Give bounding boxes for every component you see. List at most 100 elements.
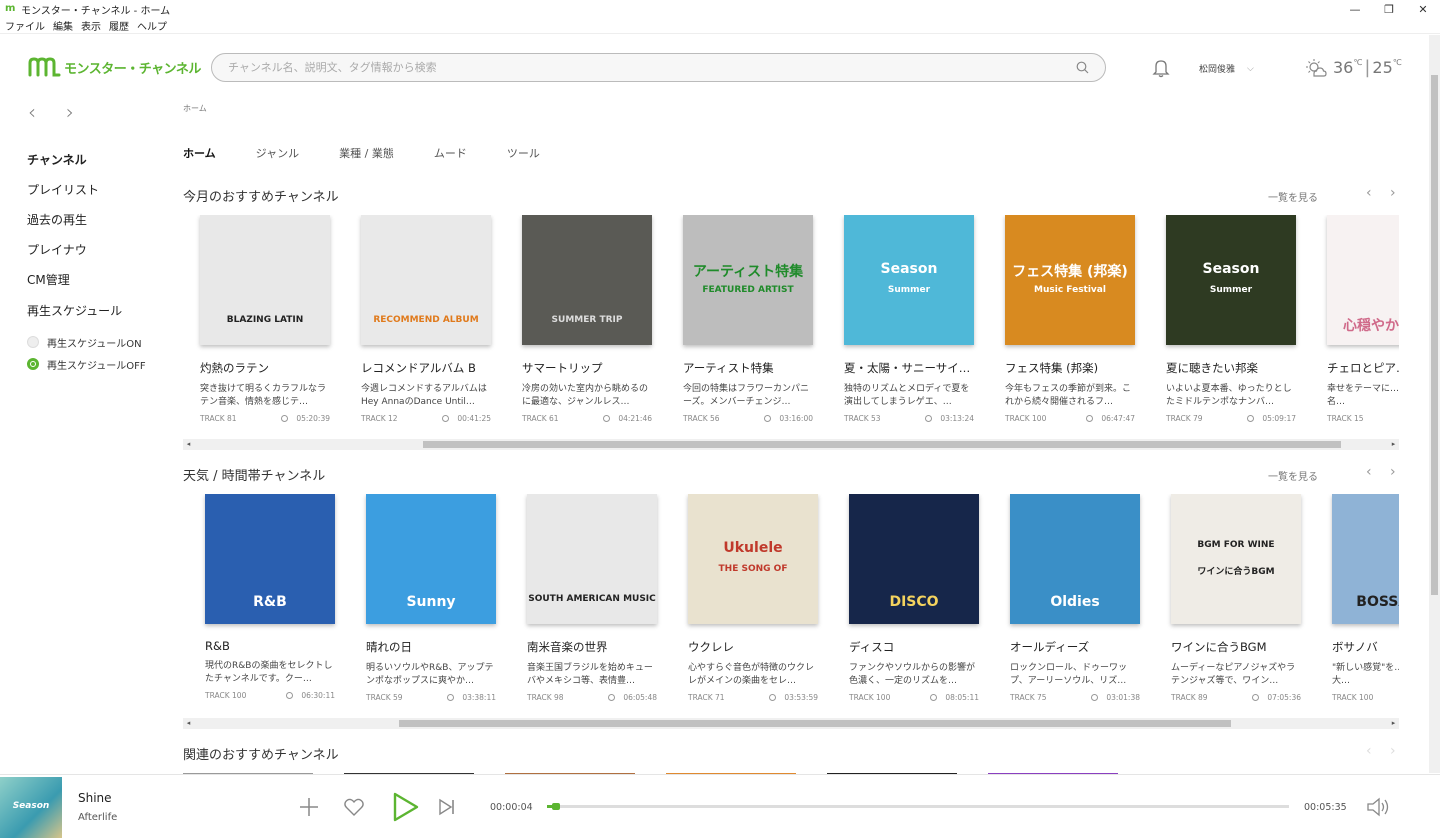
prev-arrow-icon[interactable]: ‹ (1366, 743, 1390, 759)
notification-bell-icon[interactable] (1152, 58, 1170, 78)
channel-artwork[interactable]: 心穏やかになる (1327, 215, 1399, 345)
sidebar-item-cm[interactable]: CM管理 (27, 265, 177, 295)
tab-genre[interactable]: ジャンル (256, 145, 299, 161)
breadcrumb[interactable]: ホーム (183, 103, 207, 114)
channel-name[interactable]: 灼熱のラテン (200, 360, 330, 376)
menu-file[interactable]: ファイル (5, 18, 45, 33)
channel-card[interactable]: フェス特集 (邦楽) Music Festival フェス特集 (邦楽) 今年もフェス… (1005, 215, 1135, 423)
channel-card[interactable]: BGM FOR WINE ワインに合うBGM ワインに合うBGM ムーディーなピアノジ… (1171, 494, 1301, 702)
channel-artwork[interactable]: Season Summer (1166, 215, 1296, 345)
forward-arrow-icon[interactable]: › (66, 100, 104, 124)
tab-mood[interactable]: ムード (434, 145, 467, 161)
sidebar-item-playlist[interactable]: プレイリスト (27, 174, 177, 204)
scrollbar-thumb[interactable] (399, 720, 1231, 727)
heart-icon[interactable] (344, 798, 364, 816)
channel-name[interactable]: ディスコ (849, 639, 979, 655)
channel-card[interactable]: BLAZING LATIN 灼熱のラテン 突き抜けて明るくカラフルなラテン音楽、情熱… (200, 215, 330, 423)
sidebar-item-history[interactable]: 過去の再生 (27, 204, 177, 234)
schedule-on-option[interactable]: 再生スケジュールON (27, 331, 177, 353)
next-arrow-icon[interactable]: › (1390, 743, 1414, 759)
channel-artwork[interactable]: フェス特集 (邦楽) Music Festival (1005, 215, 1135, 345)
channel-artwork[interactable]: SOUTH AMERICAN MUSIC (527, 494, 657, 624)
channel-artwork[interactable]: Ukulele THE SONG OF (688, 494, 818, 624)
channel-artwork[interactable]: Season Summer (844, 215, 974, 345)
channel-name[interactable]: 夏・太陽・サニーサイ… (844, 360, 974, 376)
channel-name[interactable]: アーティスト特集 (683, 360, 813, 376)
see-all-link[interactable]: 一覧を見る (1268, 468, 1318, 483)
skip-next-icon[interactable] (438, 798, 456, 816)
channel-card[interactable]: 心穏やかになるチェロとピア… 幸せをテーマに…ラブソングの名… TRACK 15 (1327, 215, 1399, 423)
menu-view[interactable]: 表示 (81, 18, 101, 33)
tab-home[interactable]: ホーム (183, 145, 216, 161)
channel-name[interactable]: ボサノバ (1332, 639, 1399, 655)
search-box[interactable] (211, 53, 1106, 82)
channel-name[interactable]: ワインに合うBGM (1171, 639, 1301, 655)
now-playing-artwork[interactable]: Season (0, 777, 62, 838)
back-arrow-icon[interactable]: ‹ (28, 100, 66, 124)
schedule-off-option[interactable]: 再生スケジュールOFF (27, 353, 177, 375)
scrollbar-thumb[interactable] (423, 441, 1341, 448)
schedule-off-radio[interactable] (27, 358, 39, 371)
channel-card[interactable]: Season Summer 夏・太陽・サニーサイ… 独特のリズムとメロディで夏を演出し… (844, 215, 974, 423)
play-icon[interactable] (392, 792, 420, 822)
scroll-left-icon[interactable]: ◂ (183, 439, 194, 450)
channel-name[interactable]: レコメンドアルバム B (361, 360, 491, 376)
progress-bar[interactable] (547, 803, 1289, 810)
scrollbar-thumb[interactable] (1431, 75, 1438, 595)
channel-card[interactable]: Oldies オールディーズ ロックンロール、ドゥーワップ、アーリーソウル、リズ… T… (1010, 494, 1140, 702)
vertical-scrollbar[interactable] (1429, 35, 1440, 773)
next-arrow-icon[interactable]: › (1390, 185, 1414, 201)
prev-arrow-icon[interactable]: ‹ (1366, 185, 1390, 201)
channel-artwork[interactable]: SUMMER TRIP (522, 215, 652, 345)
channel-name[interactable]: 南米音楽の世界 (527, 639, 657, 655)
menu-help[interactable]: ヘルプ (137, 18, 167, 33)
channel-name[interactable]: 晴れの日 (366, 639, 496, 655)
channel-name[interactable]: R&B (205, 639, 335, 653)
sidebar-item-playnow[interactable]: プレイナウ (27, 235, 177, 265)
channel-artwork[interactable]: BLAZING LATIN (200, 215, 330, 345)
horizontal-scrollbar[interactable]: ◂ ▸ (183, 439, 1399, 450)
channel-artwork[interactable]: R&B (205, 494, 335, 624)
channel-card[interactable]: アーティスト特集 FEATURED ARTIST アーティスト特集 今回の特集はフラワ… (683, 215, 813, 423)
search-icon[interactable] (1076, 61, 1089, 74)
add-icon[interactable] (299, 797, 319, 817)
channel-name[interactable]: ウクレレ (688, 639, 818, 655)
horizontal-scrollbar[interactable]: ◂ ▸ (183, 718, 1399, 729)
channel-artwork[interactable]: アーティスト特集 FEATURED ARTIST (683, 215, 813, 345)
restore-icon[interactable]: ❐ (1372, 0, 1406, 18)
sidebar-item-schedule[interactable]: 再生スケジュール (27, 295, 177, 325)
prev-arrow-icon[interactable]: ‹ (1366, 464, 1390, 480)
channel-card[interactable]: RECOMMEND ALBUM レコメンドアルバム B 今週レコメンドするアルバムは… (361, 215, 491, 423)
channel-artwork[interactable]: DISCO (849, 494, 979, 624)
channel-card[interactable]: BOSSA NO ボサノバ "新しい感覚"を…ノバ、音楽大… TRACK 100 (1332, 494, 1399, 702)
tab-tools[interactable]: ツール (507, 145, 540, 161)
channel-name[interactable]: オールディーズ (1010, 639, 1140, 655)
channel-name[interactable]: フェス特集 (邦楽) (1005, 360, 1135, 376)
progress-knob[interactable] (551, 803, 560, 810)
scroll-right-icon[interactable]: ▸ (1388, 439, 1399, 450)
channel-artwork[interactable]: BGM FOR WINE ワインに合うBGM (1171, 494, 1301, 624)
channel-card[interactable]: Sunny 晴れの日 明るいソウルやR&B、アップテンポなポップスに爽やか… TRAC… (366, 494, 496, 702)
channel-artwork[interactable]: Oldies (1010, 494, 1140, 624)
minimize-icon[interactable]: — (1338, 0, 1372, 18)
app-logo[interactable]: モンスター・チャンネル (28, 57, 201, 77)
menu-edit[interactable]: 編集 (53, 18, 73, 33)
channel-card[interactable]: DISCO ディスコ ファンクやソウルからの影響が色濃く、一定のリズムを… TRACK… (849, 494, 979, 702)
channel-card[interactable]: Season Summer 夏に聴きたい邦楽 いよいよ夏本番、ゆったりとしたミドルテン… (1166, 215, 1296, 423)
channel-card[interactable]: SUMMER TRIP サマートリップ 冷房の効いた室内から眺めるのに最適な、ジャン… (522, 215, 652, 423)
close-icon[interactable]: ✕ (1406, 0, 1440, 18)
sidebar-item-channel[interactable]: チャンネル (27, 144, 177, 174)
next-arrow-icon[interactable]: › (1390, 464, 1414, 480)
scroll-right-icon[interactable]: ▸ (1388, 718, 1399, 729)
channel-name[interactable]: チェロとピア… (1327, 360, 1399, 376)
menu-history[interactable]: 履歴 (109, 18, 129, 33)
scroll-left-icon[interactable]: ◂ (183, 718, 194, 729)
channel-artwork[interactable]: BOSSA NO (1332, 494, 1399, 624)
channel-artwork[interactable]: RECOMMEND ALBUM (361, 215, 491, 345)
volume-icon[interactable] (1366, 797, 1392, 817)
channel-card[interactable]: R&B R&B 現代のR&Bの楽曲をセレクトしたチャンネルです。クー… TRACK 1… (205, 494, 335, 700)
see-all-link[interactable]: 一覧を見る (1268, 189, 1318, 204)
schedule-on-radio[interactable] (27, 336, 39, 349)
search-input[interactable] (212, 54, 1032, 81)
channel-card[interactable]: SOUTH AMERICAN MUSIC 南米音楽の世界 音楽王国ブラジルを始めキュ… (527, 494, 657, 702)
